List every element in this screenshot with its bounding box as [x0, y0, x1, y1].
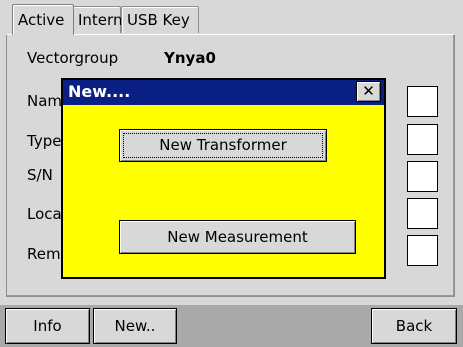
dialog-title-text: New.... — [68, 82, 131, 101]
new-measurement-label: New Measurement — [167, 228, 308, 246]
sn-field[interactable] — [407, 161, 438, 192]
new-measurement-button[interactable]: New Measurement — [119, 220, 356, 254]
new-transformer-button[interactable]: New Transformer — [119, 129, 327, 162]
focus-ring — [123, 133, 323, 158]
info-button[interactable]: Info — [5, 308, 90, 344]
vectorgroup-value: Ynya0 — [164, 49, 216, 67]
dialog-title: New.... — [63, 80, 384, 105]
new-button[interactable]: New.. — [93, 308, 177, 344]
name-label: Nam — [27, 92, 63, 110]
close-icon: ✕ — [362, 82, 375, 100]
new-button-label: New.. — [114, 317, 156, 335]
remark-field[interactable] — [407, 235, 438, 266]
location-field[interactable] — [407, 198, 438, 229]
close-button[interactable]: ✕ — [356, 81, 381, 102]
tab-intern[interactable]: Intern — [72, 6, 122, 33]
remark-label: Rem — [27, 245, 61, 263]
location-label: Loca — [27, 205, 62, 223]
type-field[interactable] — [407, 124, 438, 155]
name-field[interactable] — [407, 86, 438, 117]
back-button[interactable]: Back — [371, 308, 457, 344]
tab-usb-key[interactable]: USB Key — [121, 6, 199, 33]
new-dialog: New.... ✕ New Transformer New Measuremen… — [61, 78, 386, 279]
back-button-label: Back — [395, 317, 433, 335]
dialog-body: New Transformer New Measurement — [63, 105, 384, 277]
type-label: Type — [27, 132, 62, 150]
tab-active[interactable]: Active — [12, 4, 74, 35]
sn-label: S/N — [27, 166, 53, 184]
info-button-label: Info — [33, 317, 62, 335]
vectorgroup-label: Vectorgroup — [27, 49, 119, 67]
